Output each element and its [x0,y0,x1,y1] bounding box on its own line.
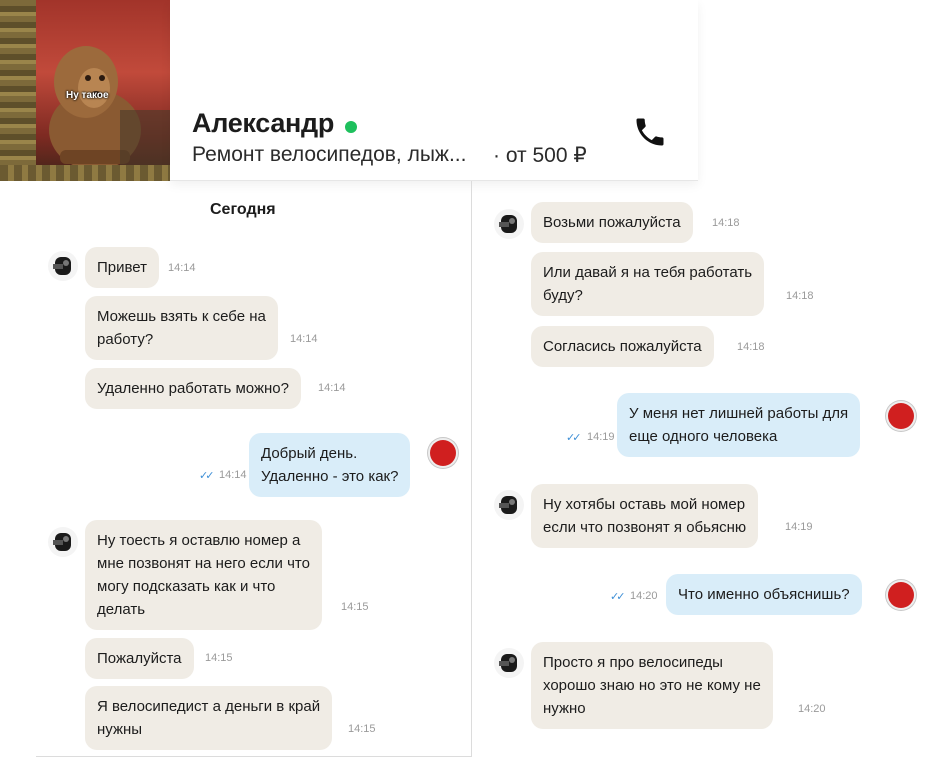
message-text: Согласись пожалуйста [543,338,702,355]
meme-caption: Ну такое [66,90,109,101]
message-bubble-incoming[interactable]: Удаленно работать можно? [85,368,301,409]
message-bubble-incoming[interactable]: Согласись пожалуйста [531,326,714,367]
painting-frame [0,0,36,181]
message-bubble-outgoing[interactable]: Что именно объяснишь? [666,574,862,615]
message-text: делать [97,601,146,618]
message-time: 14:18 [712,217,740,229]
message-bubble-incoming[interactable]: Или давай я на тебя работать буду? [531,252,765,316]
message-bubble-incoming[interactable]: Ну тоесть я оставлю номер а мне позвонят… [85,520,322,630]
message-text: Ну тоесть я оставлю номер а [97,532,301,549]
painting-frame-bottom [0,165,170,181]
message-text: нужно [543,700,586,717]
contact-avatar[interactable] [48,527,78,557]
listing-title[interactable]: Ремонт велосипедов, лыж... [192,143,466,167]
listing-price: · от 500 ₽ [493,144,587,167]
message-text: Или давай я на тебя работать [543,264,753,281]
message-text: Просто я про велосипеды [543,654,723,671]
message-text: Удаленно - это как? [261,468,399,485]
message-time: 14:14 [168,262,196,274]
message-bubble-incoming[interactable]: Возьми пожалуйста [531,202,693,243]
message-time: 14:19 [785,521,813,533]
contact-avatar[interactable] [494,209,524,239]
message-text: У меня нет лишней работы для [629,405,849,422]
message-bubble-incoming[interactable]: Можешь взять к себе на работу? [85,296,278,360]
online-status-icon [345,121,357,133]
my-avatar[interactable] [430,440,456,466]
contact-avatar[interactable] [48,251,78,281]
message-text: буду? [543,287,583,304]
contact-name[interactable]: Александр [192,108,334,139]
message-text: Что именно объяснишь? [678,586,850,603]
message-text: Ну хотябы оставь мой номер [543,496,746,513]
message-bubble-outgoing[interactable]: Добрый день. Удаленно - это как? [249,433,411,497]
message-text: Добрый день. [261,445,358,462]
message-bubble-incoming[interactable]: Ну хотябы оставь мой номер если что позв… [531,484,759,548]
message-text: Удаленно работать можно? [97,380,289,397]
read-checkmarks-icon: ✓✓ [566,432,582,444]
contact-avatar[interactable] [494,490,524,520]
meme-image: Ну такое [0,0,170,181]
message-text: если что позвонят я обьясню [543,519,747,536]
message-bubble-incoming[interactable]: Пожалуйста [85,638,194,679]
message-time: 14:20 [798,703,826,715]
message-bubble-outgoing[interactable]: У меня нет лишней работы для еще одного … [617,393,861,457]
message-text: Можешь взять к себе на [97,308,266,325]
read-checkmarks-icon: ✓✓ [610,591,626,603]
message-text: еще одного человека [629,428,778,445]
message-time: 14:14 [318,382,346,394]
message-time: 14:14 [290,333,318,345]
message-text: могу подсказать как и что [97,578,276,595]
chat-header: Александр Ремонт велосипедов, лыж... · о… [170,0,698,181]
message-text: хорошо знаю но это не кому не [543,677,761,694]
message-text: Привет [97,259,148,276]
message-bubble-incoming[interactable]: Я велосипедист а деньги в край нужны [85,686,333,750]
message-bubble-incoming[interactable]: Просто я про велосипеды хорошо знаю но э… [531,642,773,729]
message-text: Пожалуйста [97,650,182,667]
message-time: 14:19 [587,431,615,443]
message-text: работу? [97,331,154,348]
message-time: 14:15 [341,601,369,613]
message-text: мне позвонят на него если что [97,555,310,572]
message-text: Я велосипедист а деньги в край [97,698,321,715]
contact-avatar[interactable] [494,648,524,678]
message-time: 14:14 [219,469,247,481]
phone-icon[interactable] [632,114,668,150]
date-separator: Сегодня [210,201,276,218]
my-avatar[interactable] [888,582,914,608]
message-time: 14:15 [205,652,233,664]
my-avatar[interactable] [888,403,914,429]
message-time: 14:18 [737,341,765,353]
message-text: нужны [97,721,143,738]
message-bubble-incoming[interactable]: Привет [85,247,160,288]
message-time: 14:20 [630,590,658,602]
read-checkmarks-icon: ✓✓ [199,470,215,482]
message-time: 14:18 [786,290,814,302]
message-text: Возьми пожалуйста [543,214,681,231]
message-time: 14:15 [348,723,376,735]
